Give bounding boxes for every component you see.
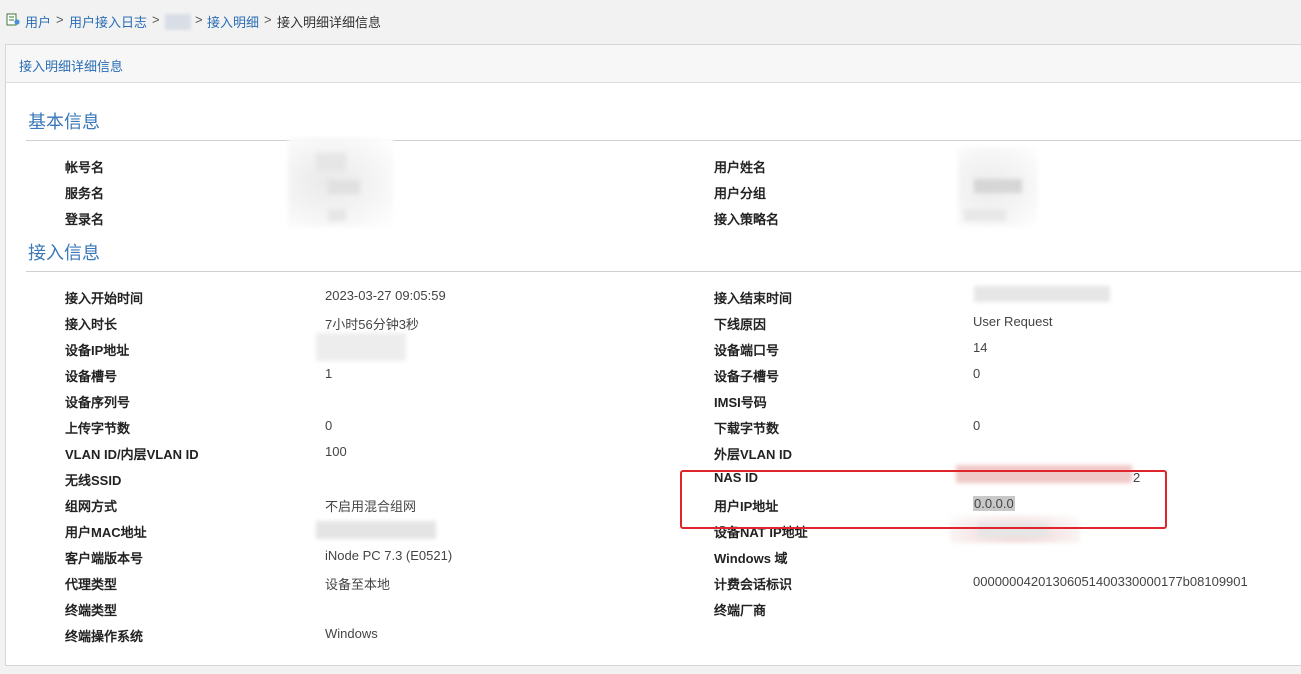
- value-user-ip: 0.0.0.0: [973, 496, 1015, 511]
- label-service-name: 服务名: [65, 186, 105, 201]
- label-device-ip: 设备IP地址: [65, 343, 130, 358]
- value-networking-mode: 不启用混合组网: [325, 499, 417, 514]
- value-device-subslot: 0: [973, 366, 981, 381]
- breadcrumb-user-access-log[interactable]: 用户接入日志: [69, 12, 147, 31]
- redacted-value: [316, 521, 436, 539]
- label-device-nat-ip: 设备NAT IP地址: [714, 525, 808, 540]
- redacted-value: [964, 209, 1006, 221]
- panel-title: 接入明细详细信息: [19, 59, 124, 74]
- label-nas-id: NAS ID: [714, 470, 759, 485]
- breadcrumb-access-detail[interactable]: 接入明细: [207, 12, 259, 31]
- label-account-name: 帐号名: [65, 160, 105, 175]
- label-download-bytes: 下载字节数: [714, 421, 780, 436]
- label-device-subslot: 设备子槽号: [714, 369, 780, 384]
- label-terminal-vendor: 终端厂商: [714, 603, 767, 618]
- detail-panel: 接入明细详细信息 基本信息 帐号名 服务名 登录名 用户姓名 用户分组 接入策略…: [5, 44, 1301, 666]
- redacted-crumb: [165, 14, 191, 30]
- section-divider: [26, 271, 1301, 272]
- redacted-value: [316, 153, 346, 171]
- label-user-fullname: 用户姓名: [714, 160, 767, 175]
- value-terminal-os: Windows: [325, 626, 378, 641]
- label-windows-domain: Windows 域: [714, 551, 788, 566]
- label-access-duration: 接入时长: [65, 317, 118, 332]
- section-divider: [26, 140, 1301, 141]
- label-user-group: 用户分组: [714, 186, 767, 201]
- label-access-end-time: 接入结束时间: [714, 291, 793, 306]
- value-offline-reason: User Request: [973, 314, 1053, 329]
- label-upload-bytes: 上传字节数: [65, 421, 131, 436]
- label-user-mac: 用户MAC地址: [65, 525, 147, 540]
- redacted-value: [328, 209, 346, 221]
- breadcrumb-user[interactable]: 用户: [25, 12, 51, 31]
- value-device-slot: 1: [325, 366, 333, 381]
- value-download-bytes: 0: [973, 418, 981, 433]
- redacted-value: [974, 179, 1022, 193]
- section-title-access: 接入信息: [28, 243, 100, 263]
- label-outer-vlan-id: 外层VLAN ID: [714, 447, 793, 462]
- redacted-value: [978, 523, 1048, 537]
- section-title-basic: 基本信息: [28, 112, 100, 132]
- label-networking-mode: 组网方式: [65, 499, 118, 514]
- label-offline-reason: 下线原因: [714, 317, 767, 332]
- label-terminal-type: 终端类型: [65, 603, 118, 618]
- label-vlan-id: VLAN ID/内层VLAN ID: [65, 447, 199, 462]
- label-device-serial: 设备序列号: [65, 395, 131, 410]
- value-client-version: iNode PC 7.3 (E0521): [325, 548, 453, 563]
- value-billing-session-id: 00000004201306051400330000177b08109901: [973, 574, 1248, 589]
- label-login-name: 登录名: [65, 212, 105, 227]
- label-wireless-ssid: 无线SSID: [65, 473, 122, 488]
- label-device-port: 设备端口号: [714, 343, 780, 358]
- redacted-value: [328, 180, 360, 194]
- value-device-port: 14: [973, 340, 988, 355]
- redacted-value: [316, 333, 406, 361]
- value-access-duration: 7小时56分钟3秒: [325, 317, 419, 332]
- label-proxy-type: 代理类型: [65, 577, 118, 592]
- breadcrumb-separator: >: [195, 12, 203, 27]
- value-vlan-id: 100: [325, 444, 347, 459]
- value-nas-id: 2: [1133, 470, 1141, 485]
- redacted-value: [956, 465, 1132, 483]
- value-user-ip-text[interactable]: 0.0.0.0: [973, 496, 1015, 511]
- label-terminal-os: 终端操作系统: [65, 629, 144, 644]
- panel-header: 接入明细详细信息: [6, 45, 1301, 83]
- breadcrumb-separator: >: [152, 12, 160, 27]
- label-client-version: 客户端版本号: [65, 551, 144, 566]
- value-upload-bytes: 0: [325, 418, 333, 433]
- breadcrumb-separator: >: [264, 12, 272, 27]
- label-imsi: IMSI号码: [714, 395, 767, 410]
- label-billing-session-id: 计费会话标识: [714, 577, 793, 592]
- breadcrumb-current: 接入明细详细信息: [277, 15, 382, 30]
- label-user-ip: 用户IP地址: [714, 499, 779, 514]
- redacted-value: [974, 286, 1110, 302]
- user-log-icon: [6, 13, 20, 26]
- value-access-start-time: 2023-03-27 09:05:59: [325, 288, 446, 303]
- breadcrumb-separator: >: [56, 12, 64, 27]
- label-device-slot: 设备槽号: [65, 369, 118, 384]
- breadcrumb: 用户 > 用户接入日志 > > 接入明细 > 接入明细详细信息: [0, 0, 1301, 40]
- label-access-policy-name: 接入策略名: [714, 212, 780, 227]
- value-proxy-type: 设备至本地: [325, 577, 391, 592]
- label-access-start-time: 接入开始时间: [65, 291, 144, 306]
